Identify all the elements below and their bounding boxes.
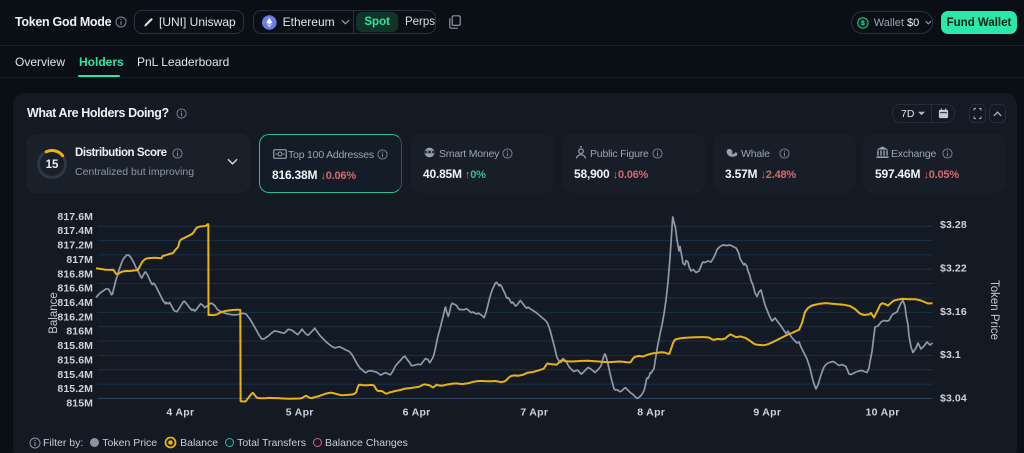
svg-text:$3.28: $3.28	[940, 219, 967, 231]
svg-text:816.8M: 816.8M	[57, 268, 93, 280]
svg-text:$3.04: $3.04	[940, 393, 967, 405]
svg-text:817.4M: 817.4M	[57, 225, 93, 237]
svg-text:815M: 815M	[66, 397, 93, 409]
svg-text:816.4M: 816.4M	[57, 297, 93, 309]
svg-text:817.2M: 817.2M	[57, 240, 93, 252]
svg-text:9 Apr: 9 Apr	[753, 407, 781, 419]
svg-text:$3.16: $3.16	[940, 306, 967, 318]
svg-text:5 Apr: 5 Apr	[286, 407, 314, 419]
svg-text:7 Apr: 7 Apr	[520, 407, 548, 419]
svg-text:816.6M: 816.6M	[57, 283, 93, 295]
svg-text:4 Apr: 4 Apr	[166, 407, 194, 419]
svg-text:815.4M: 815.4M	[57, 369, 93, 381]
svg-text:Token Price: Token Price	[988, 280, 1000, 340]
svg-text:816.2M: 816.2M	[57, 311, 93, 323]
svg-text:815.8M: 815.8M	[57, 340, 93, 352]
svg-text:$3.22: $3.22	[940, 262, 967, 274]
svg-text:817M: 817M	[66, 254, 93, 266]
svg-text:8 Apr: 8 Apr	[637, 407, 665, 419]
svg-text:816M: 816M	[66, 326, 93, 338]
svg-text:6 Apr: 6 Apr	[403, 407, 431, 419]
svg-text:815.6M: 815.6M	[57, 354, 93, 366]
svg-text:815.2M: 815.2M	[57, 383, 93, 395]
svg-text:817.6M: 817.6M	[57, 211, 93, 223]
svg-text:10 Apr: 10 Apr	[866, 407, 900, 419]
svg-text:Balance: Balance	[48, 292, 60, 334]
svg-text:$3.1: $3.1	[940, 349, 961, 361]
